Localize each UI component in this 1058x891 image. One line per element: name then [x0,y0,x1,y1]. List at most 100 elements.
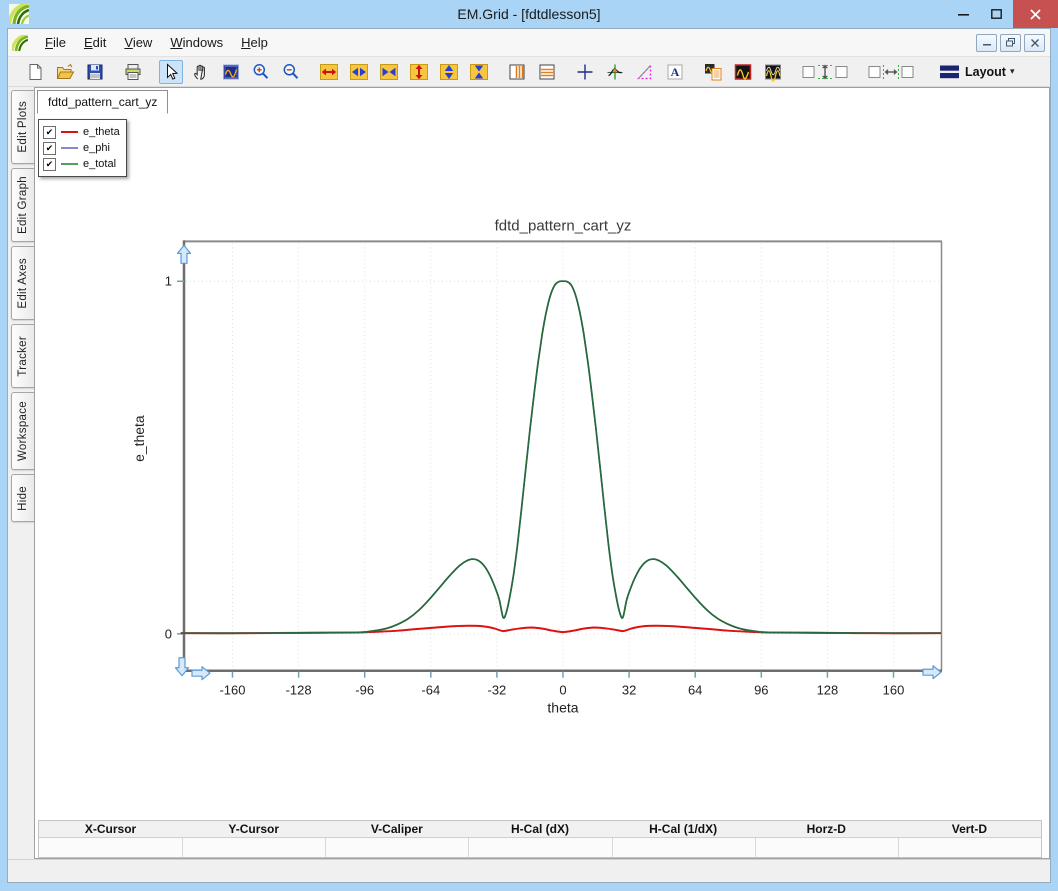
sidebar-tab-hide[interactable]: Hide [11,474,34,522]
toolbar-separator [562,61,570,83]
legend-label: e_phi [83,142,110,154]
y-tick-label: 0 [165,626,172,641]
sidebar-tab-edit-plots[interactable]: Edit Plots [11,90,34,164]
chart-canvas[interactable]: 01-160-128-96-64-320326496128160fdtd_pat… [35,88,1049,858]
legend-line-sample [61,131,78,133]
zoom-in-button[interactable] [249,60,273,84]
sidebar-tab-tracker[interactable]: Tracker [11,324,34,388]
curve-e_phi[interactable] [181,281,941,633]
sidebar-tab-label: Edit Plots [17,101,29,153]
measure-values [39,838,1041,857]
stretch-x-button[interactable] [347,60,371,84]
crosshair-tool-button[interactable] [573,60,597,84]
show-single-curve-icon [733,62,753,82]
expand-y-icon [409,62,429,82]
app-logo-icon [9,4,29,24]
x-tick-label: -160 [219,683,245,698]
sidebar-tab-label: Workspace [17,401,29,461]
horizontal-grid-button[interactable] [535,60,559,84]
pan-right-arrow-icon [923,666,941,679]
x-tick-label: 96 [754,683,768,698]
text-tool-button[interactable]: A [663,60,687,84]
measure-value [39,838,182,857]
show-single-curve-button[interactable] [731,60,755,84]
compress-y-button[interactable] [467,60,491,84]
chart-title: fdtd_pattern_cart_yz [495,217,632,234]
curve-e_total[interactable] [181,281,941,633]
plot-tab[interactable]: fdtd_pattern_cart_yz [37,90,168,114]
expand-y-button[interactable] [407,60,431,84]
print-button[interactable] [121,60,145,84]
menu-view[interactable]: View [115,30,161,55]
sidebar-tab-workspace[interactable]: Workspace [11,392,34,470]
x-tick-label: 160 [883,683,905,698]
compress-x-button[interactable] [377,60,401,84]
toolbar-separator [854,61,862,83]
menu-windows[interactable]: Windows [161,30,232,55]
menu-edit[interactable]: Edit [75,30,115,55]
menu-help[interactable]: Help [232,30,277,55]
document-logo-icon [12,35,28,51]
window-close-button[interactable] [1013,0,1058,28]
pan-up-arrow-icon [178,245,191,263]
measure-value [468,838,611,857]
x-tick-label: 32 [622,683,636,698]
legend-checkbox-e_phi[interactable]: ✔ [43,142,56,155]
mdi-minimize-icon [983,39,991,46]
new-file-button[interactable] [23,60,47,84]
sidebar-tab-strip: Edit Plots Edit Graph Edit Axes Tracker Work… [8,87,34,859]
window-title: EM.Grid - [fdtdlesson5] [0,6,1058,22]
zoom-window-button[interactable] [219,60,243,84]
content-area: Edit Plots Edit Graph Edit Axes Tracker Work… [8,87,1050,859]
tracker-tool-button[interactable] [603,60,627,84]
open-file-button[interactable] [53,60,77,84]
match-x-axes-button[interactable] [865,60,917,84]
mdi-close-button[interactable] [1024,34,1045,52]
mdi-minimize-button[interactable] [976,34,997,52]
toolbar: A Layout▾ [8,57,1050,87]
save-file-button[interactable] [83,60,107,84]
select-tool-button[interactable] [159,60,183,84]
mdi-restore-icon [1006,38,1015,47]
plot-tab-label: fdtd_pattern_cart_yz [48,95,157,109]
measure-header: X-Cursor [39,821,182,837]
stretch-y-button[interactable] [437,60,461,84]
toolbar-separator [110,61,118,83]
curve-report-icon [703,62,723,82]
mdi-restore-button[interactable] [1000,34,1021,52]
close-icon [1030,9,1041,20]
plot-legend: ✔e_theta✔e_phi✔e_total [38,119,127,177]
select-tool-icon [161,62,181,82]
window-maximize-button[interactable] [980,0,1013,28]
sidebar-tab-edit-graph[interactable]: Edit Graph [11,168,34,242]
menu-items: FileEditViewWindowsHelp [36,30,277,55]
expand-x-button[interactable] [317,60,341,84]
legend-item-e_phi: ✔ e_phi [43,140,120,156]
zoom-out-button[interactable] [279,60,303,84]
expand-x-icon [319,62,339,82]
caret-down-icon: ▾ [1010,66,1015,77]
caliper-tool-button[interactable] [633,60,657,84]
legend-label: e_total [83,158,116,170]
layout-menu-button[interactable]: Layout▾ [936,62,1019,82]
toolbar-separator [690,61,698,83]
menu-file[interactable]: File [36,30,75,55]
legend-checkbox-e_theta[interactable]: ✔ [43,126,56,139]
legend-item-e_theta: ✔e_theta [43,124,120,140]
sidebar-tab-edit-axes[interactable]: Edit Axes [11,246,34,320]
legend-line-sample [61,163,78,165]
crosshair-tool-icon [575,62,595,82]
vertical-grid-button[interactable] [505,60,529,84]
curve-report-button[interactable] [701,60,725,84]
show-all-curves-button[interactable] [761,60,785,84]
y-axis-label: e_theta [131,415,147,462]
match-y-axes-button[interactable] [799,60,851,84]
main-frame: FileEditViewWindowsHelp A Layout▾ Edit Pl… [7,28,1051,883]
new-file-icon [25,62,45,82]
legend-checkbox-e_total[interactable]: ✔ [43,158,56,171]
measure-header: Y-Cursor [182,821,325,837]
pan-tool-button[interactable] [189,60,213,84]
window-minimize-button[interactable] [947,0,980,28]
measure-header: Vert-D [898,821,1041,837]
measure-header: Horz-D [755,821,898,837]
